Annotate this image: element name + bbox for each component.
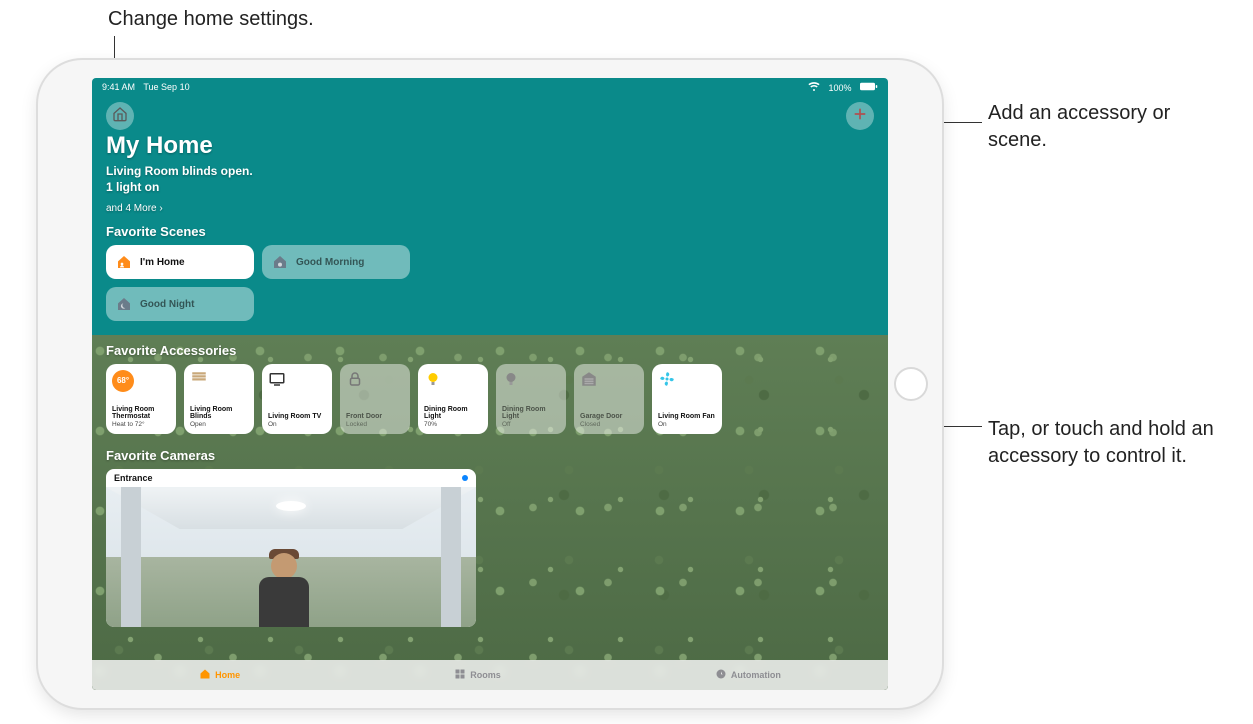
fan-icon xyxy=(658,370,676,388)
scenes-row: I'm Home Good Morning Good Night xyxy=(106,245,426,321)
callout-accessory: Tap, or touch and hold an accessory to c… xyxy=(988,416,1218,470)
callout-settings: Change home settings. xyxy=(108,6,314,33)
camera-label: Entrance xyxy=(114,473,153,483)
page-title: My Home xyxy=(106,132,874,160)
scene-label: Good Morning xyxy=(296,257,364,268)
accessory-state: On xyxy=(658,421,716,428)
person-home-icon xyxy=(116,254,132,270)
accessory-tile-living-room-blinds[interactable]: Living Room Blinds Open xyxy=(184,364,254,434)
camera-preview xyxy=(106,487,476,627)
accessory-state: Open xyxy=(190,421,248,428)
cameras-row: Entrance xyxy=(106,469,874,627)
accessory-tile-dining-room-light[interactable]: Dining Room Light 70% xyxy=(418,364,488,434)
tab-automation[interactable]: Automation xyxy=(715,668,781,682)
tab-bar: Home Rooms Automation xyxy=(92,660,888,690)
tab-rooms[interactable]: Rooms xyxy=(454,668,501,682)
scene-label: I'm Home xyxy=(140,257,185,268)
tab-label: Automation xyxy=(731,670,781,680)
status-date: Tue Sep 10 xyxy=(143,82,189,92)
bulb-icon xyxy=(502,370,520,388)
garage-icon xyxy=(580,370,598,388)
status-battery-pct: 100% xyxy=(828,83,851,93)
accessories-section-title: Favorite Accessories xyxy=(106,343,874,358)
tv-icon xyxy=(268,370,286,388)
cameras-section-title: Favorite Cameras xyxy=(106,448,874,463)
accessory-name: Dining Room Light xyxy=(424,406,482,421)
accessory-tile-living-room-tv[interactable]: Living Room TV On xyxy=(262,364,332,434)
accessory-name: Front Door xyxy=(346,413,404,421)
accessory-tile-garage-door[interactable]: Garage Door Closed xyxy=(574,364,644,434)
home-settings-icon xyxy=(112,106,128,127)
moon-home-icon xyxy=(116,296,132,312)
accessory-name: Dining Room Light xyxy=(502,406,560,421)
accessory-name: Living Room Fan xyxy=(658,413,716,421)
accessory-state: Heat to 72° xyxy=(112,421,170,428)
status-bar: 9:41 AM Tue Sep 10 100% xyxy=(92,78,888,96)
thermostat-icon: 68° xyxy=(112,370,134,392)
blinds-icon xyxy=(190,370,208,388)
scene-tile-good-morning[interactable]: Good Morning xyxy=(262,245,410,279)
accessory-tile-front-door[interactable]: Front Door Locked xyxy=(340,364,410,434)
accessory-tile-living-room-fan[interactable]: Living Room Fan On xyxy=(652,364,722,434)
scenes-section-title: Favorite Scenes xyxy=(106,224,874,239)
home-settings-button[interactable] xyxy=(106,102,134,130)
accessory-state: Off xyxy=(502,421,560,428)
accessory-state: Locked xyxy=(346,421,404,428)
ipad-frame: 9:41 AM Tue Sep 10 100% xyxy=(38,60,942,708)
bulb-icon xyxy=(424,370,442,388)
automation-tab-icon xyxy=(715,668,727,682)
more-status-link[interactable]: and 4 More › xyxy=(106,203,163,214)
accessory-tile-dining-room-light[interactable]: Dining Room Light Off xyxy=(496,364,566,434)
accessory-state: 70% xyxy=(424,421,482,428)
home-content: My Home Living Room blinds open. 1 light… xyxy=(106,132,874,660)
accessory-state: On xyxy=(268,421,326,428)
tab-label: Home xyxy=(215,670,240,680)
tab-label: Rooms xyxy=(470,670,501,680)
status-summary-1: Living Room blinds open. xyxy=(106,164,874,180)
scene-tile-i-m-home[interactable]: I'm Home xyxy=(106,245,254,279)
person-icon xyxy=(259,549,309,627)
battery-icon xyxy=(860,83,878,93)
lock-icon xyxy=(346,370,364,388)
sunrise-home-icon xyxy=(272,254,288,270)
wifi-icon xyxy=(808,83,823,93)
camera-tile-entrance[interactable]: Entrance xyxy=(106,469,476,627)
accessory-tile-living-room-thermostat[interactable]: 68° Living Room Thermostat Heat to 72° xyxy=(106,364,176,434)
live-indicator-icon xyxy=(462,475,468,481)
status-time: 9:41 AM xyxy=(102,82,135,92)
tab-home[interactable]: Home xyxy=(199,668,240,682)
accessories-row: 68° Living Room Thermostat Heat to 72° L… xyxy=(106,364,874,434)
scene-tile-good-night[interactable]: Good Night xyxy=(106,287,254,321)
scene-label: Good Night xyxy=(140,299,194,310)
accessory-state: Closed xyxy=(580,421,638,428)
callout-add: Add an accessory or scene. xyxy=(988,100,1218,154)
accessory-name: Garage Door xyxy=(580,413,638,421)
accessory-name: Living Room Blinds xyxy=(190,406,248,421)
plus-icon xyxy=(852,106,868,127)
home-tab-icon xyxy=(199,668,211,682)
status-summary-2: 1 light on xyxy=(106,180,874,196)
add-button[interactable] xyxy=(846,102,874,130)
rooms-tab-icon xyxy=(454,668,466,682)
accessory-name: Living Room Thermostat xyxy=(112,406,170,421)
ipad-home-button[interactable] xyxy=(894,367,928,401)
accessory-name: Living Room TV xyxy=(268,413,326,421)
app-screen: 9:41 AM Tue Sep 10 100% xyxy=(92,78,888,690)
